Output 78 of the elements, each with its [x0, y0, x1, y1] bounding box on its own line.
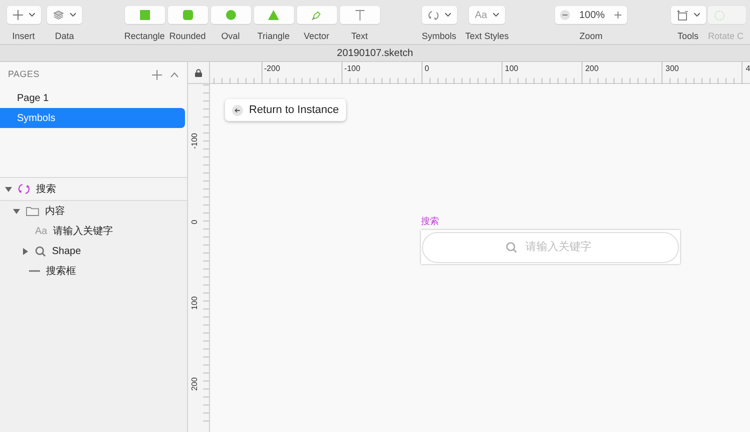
triangle-icon	[268, 10, 279, 20]
layer-name[interactable]: 搜索框	[46, 264, 76, 278]
collapse-icon[interactable]	[170, 72, 179, 78]
expanded-triangle-icon[interactable]	[5, 186, 12, 192]
back-arrow-icon	[232, 104, 243, 116]
plus-icon	[12, 10, 22, 20]
ruler-label: 200	[585, 64, 599, 74]
layer-name[interactable]: Shape	[52, 244, 81, 258]
page-item[interactable]: Symbols	[0, 108, 185, 128]
toolbar-label: Text	[351, 31, 368, 42]
toolbar-label: Rectangle	[124, 31, 165, 42]
ruler-label: 100	[190, 295, 200, 312]
toolbar-label: Vector	[304, 31, 330, 42]
symbols-button[interactable]	[422, 6, 456, 24]
artboard-title[interactable]: 搜索	[421, 215, 680, 227]
search-field[interactable]: 请输入关键字	[422, 232, 679, 262]
ruler-label: 200	[190, 376, 200, 393]
ruler-label: 0	[424, 64, 430, 74]
text-layer-icon: Aa	[35, 224, 48, 238]
section-header: PAGES	[8, 68, 40, 82]
tools-button[interactable]	[670, 6, 706, 24]
text-button[interactable]	[340, 6, 380, 24]
vector-button[interactable]	[296, 6, 336, 24]
lock-icon[interactable]	[195, 68, 202, 76]
layer-name[interactable]: 请输入关键字	[53, 224, 114, 238]
pen-icon	[311, 10, 322, 20]
toolbar-label: Tools	[677, 31, 698, 42]
toolbar-label: Text Styles	[465, 31, 509, 42]
collapsed-triangle-icon[interactable]	[22, 248, 29, 254]
data-button[interactable]	[47, 6, 82, 24]
ruler-label: -200	[264, 64, 280, 74]
toolbar-label: Oval	[221, 31, 240, 42]
layers-icon	[53, 10, 64, 20]
ruler-label: -100	[344, 64, 360, 74]
rounded-button[interactable]	[168, 6, 208, 24]
caret-icon	[70, 13, 76, 17]
zoom-value[interactable]: 100%	[579, 8, 605, 22]
toolbar-label: Triangle	[257, 31, 290, 42]
rectangle-icon	[140, 10, 150, 20]
line-icon	[29, 269, 40, 273]
circle-icon	[226, 10, 236, 20]
caret-icon	[444, 13, 450, 17]
caret-icon	[28, 13, 34, 17]
symbol-icon	[428, 10, 438, 20]
toolbar-label: Insert	[12, 31, 35, 42]
expanded-triangle-icon[interactable]	[13, 208, 20, 214]
layer-name[interactable]: 内容	[45, 204, 65, 218]
triangle-button[interactable]	[254, 6, 294, 24]
ruler-label: 4	[746, 64, 750, 74]
toolbar-label: Zoom	[579, 31, 602, 42]
ruler-label: 300	[666, 64, 679, 74]
zoom-in-icon[interactable]	[614, 11, 622, 19]
window-title: 20190107.sketch	[336, 46, 414, 60]
zoom-out-icon[interactable]	[562, 12, 568, 18]
toolbar-label: Rotate C	[708, 31, 744, 42]
ruler-label: 100	[504, 64, 518, 74]
ruler-label: 0	[190, 218, 200, 226]
toolbar-label: Rounded	[169, 31, 206, 42]
ruler-label: -100	[190, 132, 200, 152]
symbol-icon	[18, 183, 30, 195]
add-icon[interactable]	[152, 70, 162, 80]
search-icon	[35, 246, 46, 256]
rounded-rectangle-icon	[182, 10, 192, 20]
layer-name[interactable]: 搜索	[36, 182, 56, 196]
frame-icon	[676, 10, 688, 20]
caret-icon	[493, 13, 500, 17]
caret-icon	[694, 13, 700, 17]
oval-button[interactable]	[210, 6, 250, 24]
toolbar-label: Symbols	[422, 31, 456, 42]
text-tool-icon	[354, 10, 364, 20]
folder-icon	[26, 206, 39, 216]
insert-button[interactable]	[6, 6, 40, 24]
search-icon	[506, 242, 517, 252]
page-item[interactable]: Page 1	[0, 88, 185, 108]
toolbar-label: Data	[54, 31, 74, 42]
rectangle-button[interactable]	[124, 6, 164, 24]
dashed-circle-icon	[714, 10, 725, 20]
return-to-instance-button[interactable]: Return to Instance	[225, 99, 346, 121]
